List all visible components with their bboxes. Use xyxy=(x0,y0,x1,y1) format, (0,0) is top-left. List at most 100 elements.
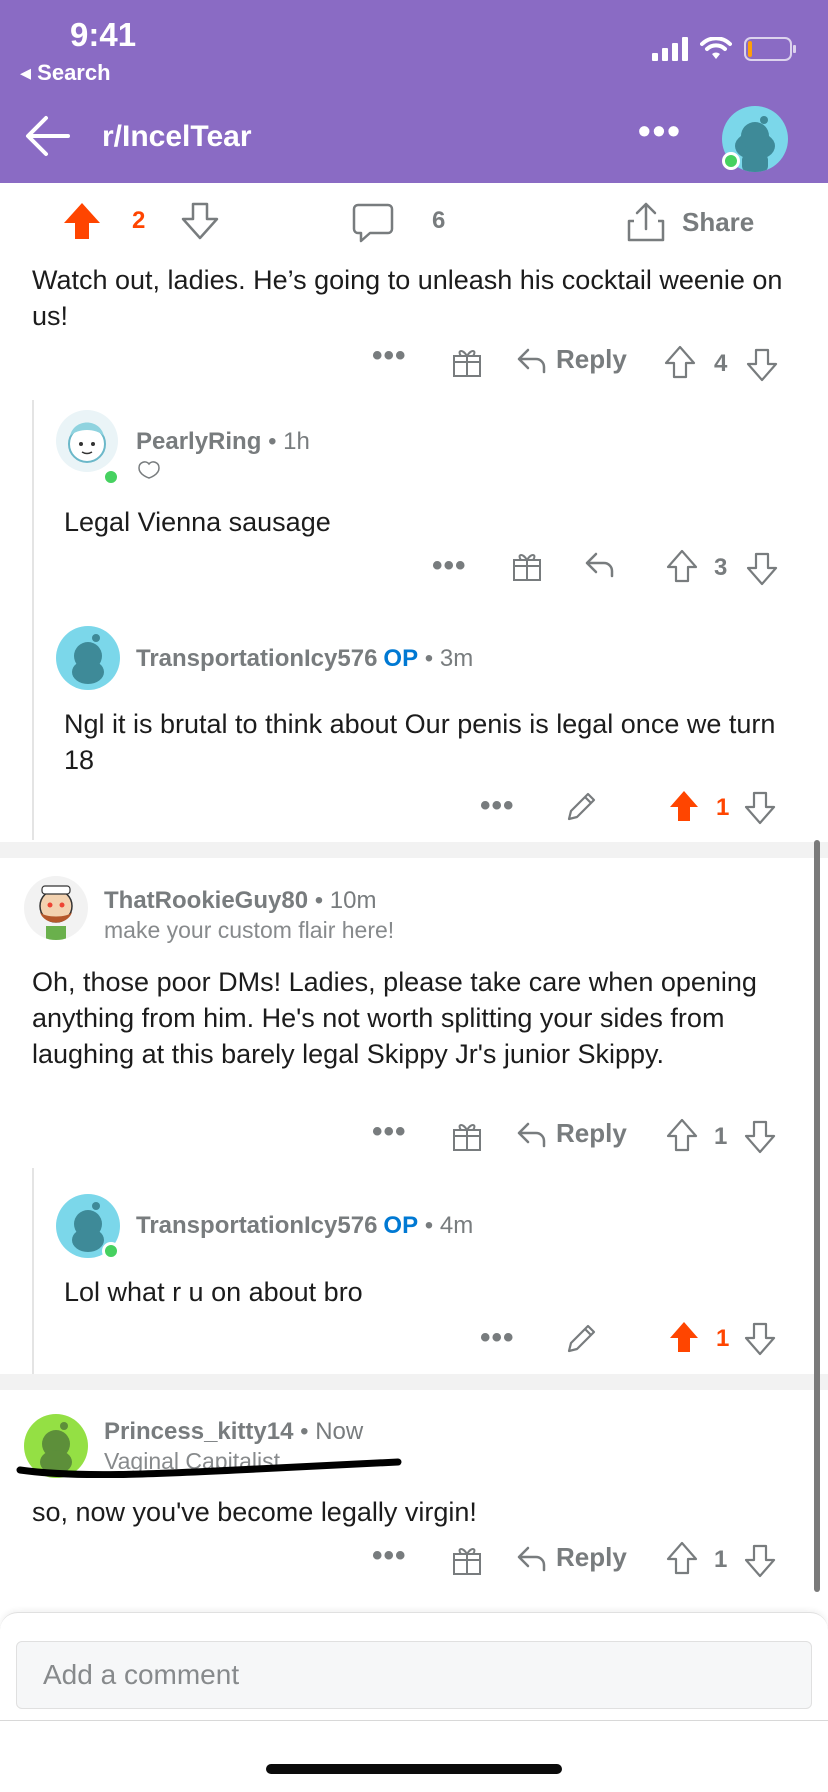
comment-downvote-button[interactable] xyxy=(744,791,776,825)
username[interactable]: TransportationIcy576 xyxy=(136,1212,377,1239)
subreddit-title[interactable]: r/IncelTear xyxy=(102,120,252,154)
upvote-icon[interactable] xyxy=(666,549,698,583)
comment-upvote-button[interactable] xyxy=(666,549,698,583)
comment-username[interactable]: ThatRookieGuy80 • 10m xyxy=(104,887,376,915)
comment-more-button[interactable]: ••• xyxy=(372,341,407,371)
comment-username[interactable]: TransportationIcy576 OP • 3m xyxy=(136,645,473,673)
downvote-icon[interactable] xyxy=(744,1120,776,1154)
comment-upvote-button[interactable] xyxy=(666,1541,698,1575)
add-comment-input[interactable] xyxy=(16,1641,812,1709)
comment-more-button[interactable]: ••• xyxy=(432,551,467,581)
comment-downvote-button[interactable] xyxy=(744,1120,776,1154)
reply-button[interactable]: Reply xyxy=(516,344,627,375)
op-badge: OP xyxy=(383,1212,419,1239)
username[interactable]: ThatRookieGuy80 xyxy=(104,887,308,914)
more-icon[interactable]: ••• xyxy=(480,791,515,821)
signal-icon xyxy=(652,37,688,61)
comment-gift-button[interactable] xyxy=(512,550,542,582)
post-comments-button[interactable] xyxy=(352,201,394,243)
more-icon[interactable]: ••• xyxy=(372,1117,407,1147)
comment-downvote-button[interactable] xyxy=(746,552,778,586)
online-status-dot xyxy=(102,1242,120,1260)
share-button[interactable]: Share xyxy=(626,201,754,243)
comment-more-button[interactable]: ••• xyxy=(372,1117,407,1147)
more-icon[interactable]: ••• xyxy=(432,551,467,581)
comment-username[interactable]: Princess_kitty14 • Now xyxy=(104,1418,363,1446)
post-comment-count: 6 xyxy=(432,207,446,234)
comment-downvote-button[interactable] xyxy=(744,1544,776,1578)
comment-text: Oh, those poor DMs! Ladies, please take … xyxy=(32,967,757,1069)
avatar[interactable] xyxy=(24,876,88,940)
upvote-icon[interactable] xyxy=(666,1118,698,1152)
comment-gift-button[interactable] xyxy=(452,1120,482,1152)
downvote-icon[interactable] xyxy=(180,201,220,241)
comment-downvote-button[interactable] xyxy=(744,1322,776,1356)
reply-button[interactable]: Reply xyxy=(516,1118,627,1149)
battery-icon xyxy=(744,37,796,61)
status-icons xyxy=(652,36,798,62)
comment-more-button[interactable]: ••• xyxy=(372,1541,407,1571)
more-icon[interactable]: ••• xyxy=(372,341,407,371)
comment-vote-count: 1 xyxy=(714,1123,728,1150)
downvote-icon[interactable] xyxy=(744,791,776,825)
comment-more-button[interactable]: ••• xyxy=(480,791,515,821)
post-upvote-button[interactable] xyxy=(62,201,102,241)
post-downvote-button[interactable] xyxy=(180,201,220,241)
edit-icon[interactable] xyxy=(566,1322,598,1354)
share-icon xyxy=(627,202,665,242)
gift-icon[interactable] xyxy=(452,1120,482,1152)
comment-upvote-button[interactable] xyxy=(666,1118,698,1152)
username[interactable]: TransportationIcy576 xyxy=(136,645,377,672)
more-icon[interactable]: ••• xyxy=(372,1541,407,1571)
scrollbar[interactable] xyxy=(814,840,820,1592)
user-flair-emoji-icon xyxy=(136,458,162,485)
home-indicator[interactable] xyxy=(266,1764,562,1774)
back-to-search-link[interactable]: ◂ Search xyxy=(20,60,111,86)
comment-more-button[interactable]: ••• xyxy=(480,1323,515,1353)
thread-line xyxy=(32,1168,34,1374)
comment-upvote-button[interactable] xyxy=(664,345,696,379)
edit-button[interactable] xyxy=(566,790,598,822)
reply-icon xyxy=(517,1546,546,1571)
marker-scribble-line xyxy=(16,1458,402,1478)
gift-icon[interactable] xyxy=(512,550,542,582)
downvote-icon[interactable] xyxy=(744,1544,776,1578)
edit-button[interactable] xyxy=(566,1322,598,1354)
comment-separator xyxy=(0,1374,828,1390)
upvote-icon[interactable] xyxy=(668,789,700,823)
downvote-icon[interactable] xyxy=(746,348,778,382)
reply-icon xyxy=(517,1122,546,1147)
username[interactable]: Princess_kitty14 xyxy=(104,1418,293,1445)
upvote-icon[interactable] xyxy=(664,345,696,379)
user-flair: make your custom flair here! xyxy=(104,917,395,943)
username[interactable]: PearlyRing xyxy=(136,428,261,455)
comment-vote-count: 4 xyxy=(714,350,728,377)
comment-upvote-button[interactable] xyxy=(668,789,700,823)
upvote-icon[interactable] xyxy=(666,1541,698,1575)
comment-username[interactable]: TransportationIcy576 OP • 4m xyxy=(136,1212,473,1240)
avatar[interactable] xyxy=(56,410,118,472)
more-icon[interactable]: ••• xyxy=(480,1323,515,1353)
custom-avatar-icon xyxy=(68,422,106,463)
reply-icon[interactable] xyxy=(584,550,614,578)
reply-button[interactable]: Reply xyxy=(516,1542,627,1573)
avatar[interactable] xyxy=(56,626,120,690)
gift-icon[interactable] xyxy=(452,346,482,378)
downvote-icon[interactable] xyxy=(746,552,778,586)
comment-downvote-button[interactable] xyxy=(746,348,778,382)
comment-gift-button[interactable] xyxy=(452,346,482,378)
downvote-icon[interactable] xyxy=(744,1322,776,1356)
comment-text: Ngl it is brutal to think about Our peni… xyxy=(64,709,776,775)
comment-username[interactable]: PearlyRing • 1h xyxy=(136,428,310,456)
share-label: Share xyxy=(682,206,755,237)
upvote-icon[interactable] xyxy=(62,201,102,241)
back-arrow-icon[interactable] xyxy=(24,112,72,160)
edit-icon[interactable] xyxy=(566,790,598,822)
reply-button[interactable] xyxy=(584,550,614,578)
upvote-icon[interactable] xyxy=(668,1320,700,1354)
more-icon[interactable]: ••• xyxy=(638,113,682,149)
post-vote-count: 2 xyxy=(132,207,146,234)
comment-upvote-button[interactable] xyxy=(668,1320,700,1354)
gift-icon[interactable] xyxy=(452,1544,482,1576)
comment-gift-button[interactable] xyxy=(452,1544,482,1576)
